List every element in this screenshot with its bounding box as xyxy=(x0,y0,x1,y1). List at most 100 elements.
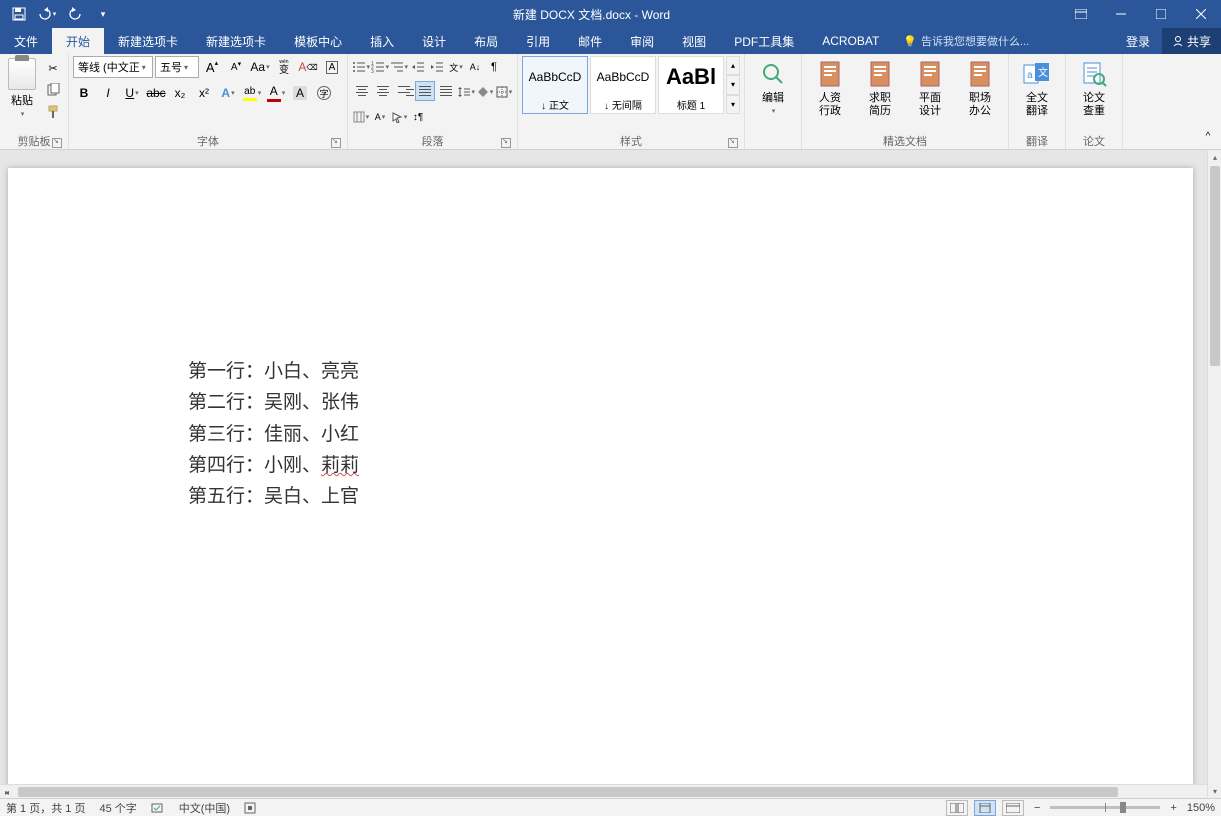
login-button[interactable]: 登录 xyxy=(1114,28,1162,54)
align-justify-button[interactable] xyxy=(415,81,435,101)
font-color-button[interactable]: A▾ xyxy=(265,82,287,104)
doc-line-4[interactable]: 第四行：小刚、莉莉 xyxy=(188,450,359,481)
char-scaling-button[interactable]: A▾ xyxy=(371,106,389,128)
collapse-ribbon-button[interactable]: ^ xyxy=(1197,125,1219,147)
style-heading1[interactable]: AaBl标题 1 xyxy=(658,56,724,114)
save-button[interactable] xyxy=(6,2,32,26)
borders-button[interactable]: ▾ xyxy=(495,81,513,103)
align-left-button[interactable] xyxy=(352,81,372,101)
align-distributed-button[interactable] xyxy=(436,81,456,101)
zoom-slider-thumb[interactable] xyxy=(1120,802,1126,813)
align-right-button[interactable] xyxy=(394,81,414,101)
styles-down-button[interactable]: ▾ xyxy=(726,75,740,94)
styles-up-button[interactable]: ▴ xyxy=(726,56,740,75)
char-shading-button[interactable]: A xyxy=(289,82,311,104)
tab-insert[interactable]: 插入 xyxy=(356,28,408,54)
copy-button[interactable] xyxy=(42,80,64,100)
tab-review[interactable]: 审阅 xyxy=(616,28,668,54)
share-button[interactable]: 共享 xyxy=(1162,28,1221,54)
vertical-scrollbar[interactable]: ▴ ▾ xyxy=(1207,150,1221,798)
bullets-button[interactable]: ▾ xyxy=(352,56,370,78)
featured-doc-0[interactable]: 人资行政 xyxy=(806,56,854,120)
show-hide-button[interactable]: ↕¶ xyxy=(409,106,427,128)
scroll-up-button[interactable]: ▴ xyxy=(1208,150,1221,164)
vertical-scroll-thumb[interactable] xyxy=(1210,166,1220,366)
styles-more-button[interactable]: ▾ xyxy=(726,95,740,114)
italic-button[interactable]: I xyxy=(97,82,119,104)
change-case-button[interactable]: Aa▾ xyxy=(249,56,271,78)
horizontal-scrollbar[interactable]: ◂ ▸ xyxy=(0,784,1207,798)
asian-layout-button[interactable]: 文▾ xyxy=(447,56,465,78)
tab-design[interactable]: 设计 xyxy=(408,28,460,54)
maximize-button[interactable] xyxy=(1141,0,1181,28)
grow-font-button[interactable]: A▴ xyxy=(201,56,223,78)
superscript-button[interactable]: x² xyxy=(193,82,215,104)
web-layout-button[interactable] xyxy=(1002,800,1024,816)
cut-button[interactable]: ✂ xyxy=(42,58,64,78)
paper-check-button[interactable]: 论文查重 xyxy=(1070,56,1118,120)
font-dialog-launcher[interactable] xyxy=(331,138,341,148)
minimize-button[interactable] xyxy=(1101,0,1141,28)
redo-button[interactable] xyxy=(62,2,88,26)
paragraph-dialog-launcher[interactable] xyxy=(501,138,511,148)
tab-view[interactable]: 视图 xyxy=(668,28,720,54)
tab-mailings[interactable]: 邮件 xyxy=(564,28,616,54)
doc-line-1[interactable]: 第一行：小白、亮亮 xyxy=(188,356,359,387)
style-no-spacing[interactable]: AaBbCcD↓ 无间隔 xyxy=(590,56,656,114)
clipboard-dialog-launcher[interactable] xyxy=(52,138,62,148)
format-painter-button[interactable] xyxy=(42,102,64,122)
scroll-right-button[interactable]: ▸ xyxy=(0,785,14,799)
word-count[interactable]: 45 个字 xyxy=(99,800,136,816)
subscript-button[interactable]: x₂ xyxy=(169,82,191,104)
snap-to-grid-button[interactable]: ▾ xyxy=(352,106,370,128)
increase-indent-button[interactable] xyxy=(428,56,446,78)
highlight-button[interactable]: ab▾ xyxy=(241,82,263,104)
paste-button[interactable]: 粘贴 ▾ xyxy=(4,56,40,120)
macro-status-icon[interactable] xyxy=(244,802,256,814)
doc-line-3[interactable]: 第三行：佳丽、小红 xyxy=(188,419,359,450)
page[interactable]: 第一行：小白、亮亮 第二行：吴刚、张伟 第三行：佳丽、小红 第四行：小刚、莉莉 … xyxy=(8,168,1193,788)
select-objects-button[interactable]: ▾ xyxy=(390,106,408,128)
tab-references[interactable]: 引用 xyxy=(512,28,564,54)
tab-file[interactable]: 文件 xyxy=(0,28,52,54)
enclose-char-button[interactable]: A xyxy=(321,56,343,78)
horizontal-scroll-thumb[interactable] xyxy=(18,787,1118,797)
qat-customize-button[interactable]: ▾ xyxy=(90,2,116,26)
numbering-button[interactable]: 123▾ xyxy=(371,56,389,78)
ribbon-display-button[interactable] xyxy=(1061,0,1101,28)
styles-dialog-launcher[interactable] xyxy=(728,138,738,148)
multilevel-list-button[interactable]: ▾ xyxy=(390,56,408,78)
style-normal[interactable]: AaBbCcD↓ 正文 xyxy=(522,56,588,114)
scroll-down-button[interactable]: ▾ xyxy=(1208,784,1221,798)
shrink-font-button[interactable]: A▾ xyxy=(225,56,247,78)
featured-doc-1[interactable]: 求职简历 xyxy=(856,56,904,120)
zoom-in-button[interactable]: + xyxy=(1166,802,1180,814)
tab-acrobat[interactable]: ACROBAT xyxy=(808,28,893,54)
line-spacing-button[interactable]: ▾ xyxy=(457,81,475,103)
undo-button[interactable]: ▾ xyxy=(34,2,60,26)
featured-doc-3[interactable]: 职场办公 xyxy=(956,56,1004,120)
close-button[interactable] xyxy=(1181,0,1221,28)
show-marks-button[interactable]: ¶ xyxy=(485,56,503,78)
clear-formatting-button[interactable]: A⌫ xyxy=(297,56,319,78)
tab-layout[interactable]: 布局 xyxy=(460,28,512,54)
enclose-circle-button[interactable]: 字 xyxy=(313,82,335,104)
find-replace-button[interactable]: 编辑 ▾ xyxy=(749,56,797,117)
zoom-level[interactable]: 150% xyxy=(1187,802,1215,814)
zoom-out-button[interactable]: − xyxy=(1030,802,1044,814)
text-effects-button[interactable]: A▾ xyxy=(217,82,239,104)
language-status[interactable]: 中文(中国) xyxy=(179,800,230,816)
doc-line-5[interactable]: 第五行：吴白、上官 xyxy=(188,481,359,512)
zoom-slider[interactable] xyxy=(1050,806,1160,809)
featured-doc-2[interactable]: 平面设计 xyxy=(906,56,954,120)
tab-pdf[interactable]: PDF工具集 xyxy=(720,28,808,54)
tab-template[interactable]: 模板中心 xyxy=(280,28,356,54)
spell-check-icon[interactable] xyxy=(151,802,165,814)
print-layout-button[interactable] xyxy=(974,800,996,816)
spelling-error[interactable]: 莉莉 xyxy=(321,455,359,476)
bold-button[interactable]: B xyxy=(73,82,95,104)
sort-button[interactable]: A↓ xyxy=(466,56,484,78)
font-size-combo[interactable]: 五号▾ xyxy=(155,56,199,78)
tell-me-search[interactable]: 💡 告诉我您想要做什么... xyxy=(893,28,1039,54)
font-name-combo[interactable]: 等线 (中文正▾ xyxy=(73,56,153,78)
